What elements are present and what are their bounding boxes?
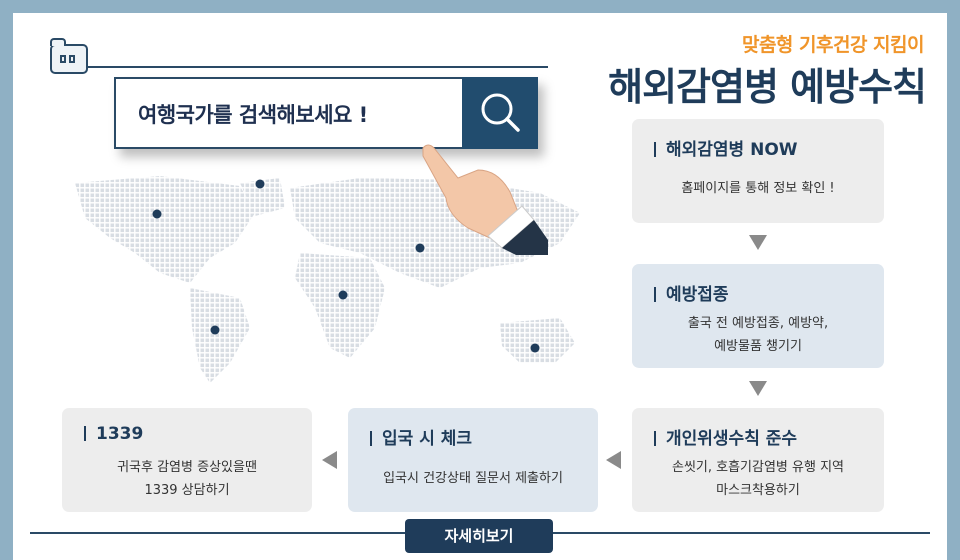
card-title: 예방접종 bbox=[654, 280, 729, 305]
card-title: 해외감염병 NOW bbox=[654, 135, 798, 160]
card-text: 손씻기, 호흡기감염병 유행 지역 bbox=[671, 460, 844, 475]
search-prompt: 여행국가를 검색해보세요 ! bbox=[138, 103, 368, 127]
card-text: 귀국후 감염병 증상있을땐 bbox=[117, 460, 257, 475]
card-text: 마스크착용하기 bbox=[716, 483, 800, 498]
more-details-button[interactable]: 자세히보기 bbox=[405, 519, 553, 553]
card-title: 입국 시 체크 bbox=[370, 424, 472, 449]
folder-icon bbox=[50, 38, 88, 74]
card-text: 출국 전 예방접종, 예방약, bbox=[687, 316, 829, 331]
card-title: 1339 bbox=[84, 424, 143, 444]
map-marker[interactable] bbox=[530, 343, 540, 353]
card-title: 개인위생수칙 준수 bbox=[654, 424, 797, 449]
country-search-bar[interactable]: 여행국가를 검색해보세요 ! bbox=[114, 77, 538, 149]
card-text: 1339 상담하기 bbox=[144, 483, 230, 498]
info-card-entry-check[interactable]: 입국 시 체크 입국시 건강상태 질문서 제출하기 bbox=[348, 408, 598, 512]
card-text: 홈페이지를 통해 정보 확인 ! bbox=[681, 181, 835, 196]
info-card-overseas-now[interactable]: 해외감염병 NOW 홈페이지를 통해 정보 확인 ! bbox=[632, 119, 884, 223]
page-subtitle: 맞춤형 기후건강 지킴이 bbox=[741, 34, 925, 56]
arrow-left-icon bbox=[322, 451, 337, 469]
arrow-down-icon bbox=[749, 235, 767, 250]
map-marker[interactable] bbox=[255, 179, 265, 189]
arrow-left-icon bbox=[606, 451, 621, 469]
info-card-hygiene[interactable]: 개인위생수칙 준수 손씻기, 호흡기감염병 유행 지역 마스크착용하기 bbox=[632, 408, 884, 512]
search-button[interactable] bbox=[462, 77, 538, 149]
info-card-1339[interactable]: 1339 귀국후 감염병 증상있을땐 1339 상담하기 bbox=[62, 408, 312, 512]
map-marker[interactable] bbox=[338, 290, 348, 300]
search-icon bbox=[481, 93, 520, 132]
page-title: 해외감염병 예방수칙 bbox=[608, 65, 927, 109]
pointing-hand-icon bbox=[422, 144, 548, 255]
arrow-down-icon bbox=[749, 381, 767, 396]
header-divider bbox=[88, 66, 548, 68]
map-marker[interactable] bbox=[210, 325, 220, 335]
card-text: 예방물품 챙기기 bbox=[714, 339, 802, 354]
card-text: 입국시 건강상태 질문서 제출하기 bbox=[383, 471, 563, 486]
info-card-vaccination[interactable]: 예방접종 출국 전 예방접종, 예방약, 예방물품 챙기기 bbox=[632, 264, 884, 368]
map-marker[interactable] bbox=[152, 209, 162, 219]
